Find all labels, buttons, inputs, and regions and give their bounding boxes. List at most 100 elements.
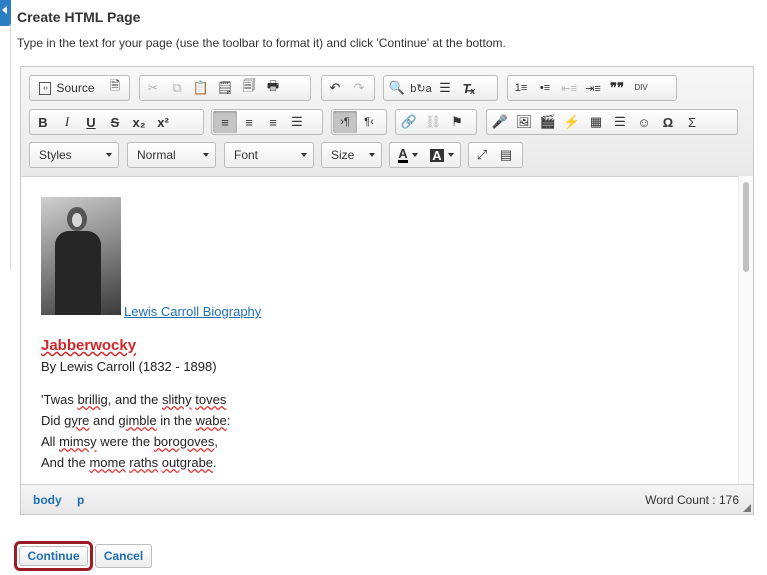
bg-color-button[interactable]: A <box>425 144 459 166</box>
collapse-tab[interactable] <box>0 0 11 26</box>
underline-button[interactable]: U <box>79 111 103 133</box>
remove-format-button[interactable]: T̶ₓ <box>457 77 481 99</box>
align-left-button[interactable]: ≡ <box>213 111 237 133</box>
document-group: ‹› Source 🗎 <box>29 75 130 101</box>
format-dropdown[interactable]: Normal <box>127 142 216 168</box>
editor-toolbar: ‹› Source 🗎 ✂ ⧉ 📋 🗒 🗐 🖶 ↶ ↷ 🔍 b↻a ☰ T̶ₓ … <box>21 67 753 177</box>
size-dropdown[interactable]: Size <box>321 142 382 168</box>
paste-button[interactable]: 📋 <box>189 77 213 99</box>
chevron-down-icon <box>203 153 209 157</box>
misspelled-word: gimble <box>118 413 157 428</box>
italic-button[interactable]: I <box>55 111 79 133</box>
align-center-icon: ≡ <box>245 114 253 130</box>
unlink-icon: ⛓ <box>424 114 442 129</box>
align-center-button[interactable]: ≡ <box>237 111 261 133</box>
path-item-body[interactable]: body <box>33 493 62 507</box>
biography-link[interactable]: Lewis Carroll Biography <box>124 304 261 319</box>
undo-icon: ↶ <box>329 80 341 95</box>
history-group: ↶ ↷ <box>321 75 375 101</box>
align-right-button[interactable]: ≡ <box>261 111 285 133</box>
blockquote-button[interactable]: ❞❞ <box>605 77 629 99</box>
decrease-indent-button[interactable]: ⇤≡ <box>557 77 581 99</box>
copy-button[interactable]: ⧉ <box>165 77 189 99</box>
numbered-list-button[interactable]: 1≡ <box>509 77 533 99</box>
rtl-button[interactable]: ¶‹ <box>357 111 381 133</box>
paste-text-icon: 🗒 <box>216 80 234 95</box>
maximize-button[interactable]: ⤢ <box>470 144 494 166</box>
collapse-arrow-icon <box>2 6 7 14</box>
bg-color-icon: A <box>430 147 444 163</box>
line-text: , and the <box>107 392 162 407</box>
undo-button[interactable]: ↶ <box>323 77 347 99</box>
chevron-down-icon <box>369 153 375 157</box>
cancel-button[interactable]: Cancel <box>95 544 152 568</box>
special-char-button[interactable]: Ω <box>656 111 680 133</box>
increase-indent-button[interactable]: ⇥≡ <box>581 77 605 99</box>
rtl-icon: ¶‹ <box>364 116 374 128</box>
show-blocks-button[interactable]: ▤ <box>494 144 518 166</box>
paste-word-button[interactable]: 🗐 <box>237 77 261 99</box>
poem-byline: By Lewis Carroll (1832 - 1898) <box>41 359 217 374</box>
div-container-button[interactable]: DIV <box>629 77 653 99</box>
insert-audio-button[interactable]: 🎤 <box>488 111 512 133</box>
outdent-icon: ⇤≡ <box>561 82 577 95</box>
horizontal-rule-button[interactable]: ☰ <box>608 111 632 133</box>
instructions: Type in the text for your page (use the … <box>17 36 506 50</box>
strike-button[interactable]: S <box>103 111 127 133</box>
line-text: were the <box>96 434 154 449</box>
text-color-button[interactable]: A <box>391 144 425 166</box>
redo-button[interactable]: ↷ <box>347 77 371 99</box>
insert-image-button[interactable]: 🖼 <box>512 111 536 133</box>
continue-button[interactable]: Continue <box>14 541 93 571</box>
numbered-list-icon: 1≡ <box>514 82 528 94</box>
resize-grip-icon[interactable] <box>743 504 751 512</box>
insert-flash-button[interactable]: ⚡ <box>560 111 584 133</box>
magnifier-icon: 🔍 <box>388 80 406 95</box>
source-button[interactable]: ‹› Source <box>31 77 103 99</box>
omega-icon: Ω <box>662 114 674 130</box>
smiley-button[interactable]: ☺ <box>632 111 656 133</box>
anchor-button[interactable]: ⚑ <box>445 111 469 133</box>
ltr-button[interactable]: ›¶ <box>333 111 357 133</box>
line-text: . <box>213 455 217 470</box>
show-blocks-icon: ▤ <box>499 147 513 162</box>
path-item-p[interactable]: p <box>77 493 84 507</box>
editor-scrollbar[interactable] <box>738 176 753 486</box>
size-label: Size <box>331 148 355 162</box>
ltr-icon: ›¶ <box>340 116 350 128</box>
replace-button[interactable]: b↻a <box>409 77 433 99</box>
poem-line: And the mome raths outgrabe. <box>41 455 217 470</box>
justify-button[interactable]: ☰ <box>285 111 309 133</box>
scrollbar-thumb[interactable] <box>743 182 749 272</box>
subscript-button[interactable]: x₂ <box>127 111 151 133</box>
styles-dropdown[interactable]: Styles <box>29 142 119 168</box>
html-editor: ‹› Source 🗎 ✂ ⧉ 📋 🗒 🗐 🖶 ↶ ↷ 🔍 b↻a ☰ T̶ₓ … <box>20 66 754 515</box>
link-icon: 🔗 <box>400 114 418 129</box>
misspelled-word: mome <box>89 455 126 470</box>
superscript-icon: x² <box>157 114 169 130</box>
insert-video-button[interactable]: 🎬 <box>536 111 560 133</box>
equation-button[interactable]: Σ <box>680 111 704 133</box>
select-all-button[interactable]: ☰ <box>433 77 457 99</box>
bold-button[interactable]: B <box>31 111 55 133</box>
misspelled-word: outgrabe <box>161 455 214 470</box>
quote-icon: ❞❞ <box>610 80 624 95</box>
superscript-button[interactable]: x² <box>151 111 175 133</box>
unlink-button[interactable]: ⛓ <box>421 111 445 133</box>
bulleted-list-button[interactable]: •≡ <box>533 77 557 99</box>
font-dropdown[interactable]: Font <box>224 142 314 168</box>
templates-button[interactable]: 🗎 <box>103 77 127 99</box>
source-icon: ‹› <box>39 81 52 95</box>
format-label: Normal <box>137 148 176 162</box>
link-button[interactable]: 🔗 <box>397 111 421 133</box>
poem-line: All mimsy were the borogoves, <box>41 434 218 449</box>
link-group: 🔗 ⛓ ⚑ <box>395 109 477 135</box>
paste-text-button[interactable]: 🗒 <box>213 77 237 99</box>
text-color-icon: A <box>398 145 408 163</box>
editor-content[interactable]: Lewis Carroll Biography Jabberwocky By L… <box>21 176 741 486</box>
print-button[interactable]: 🖶 <box>261 77 285 99</box>
cut-button[interactable]: ✂ <box>141 77 165 99</box>
find-button[interactable]: 🔍 <box>385 77 409 99</box>
bulleted-list-icon: •≡ <box>539 82 551 94</box>
insert-table-button[interactable]: ▦ <box>584 111 608 133</box>
